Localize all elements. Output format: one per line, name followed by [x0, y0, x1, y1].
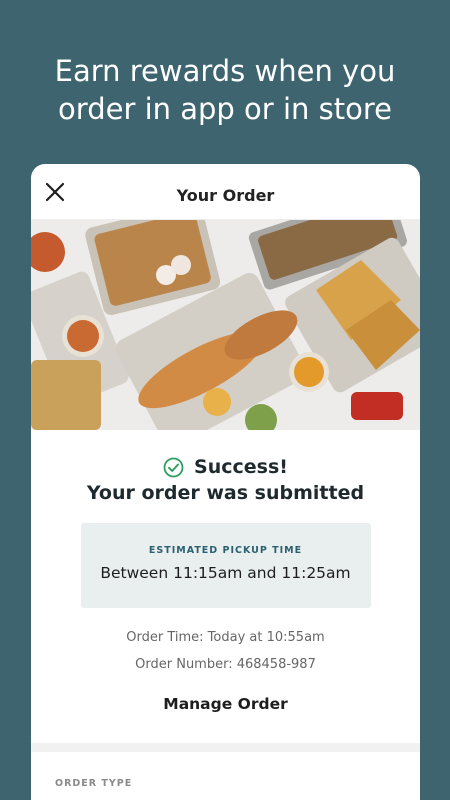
- submitted-message: Your order was submitted: [86, 482, 365, 504]
- success-status: Success!: [31, 456, 420, 478]
- order-details: Order Time: Today at 10:55am Order Numbe…: [31, 624, 420, 678]
- pickup-window: Between 11:15am and 11:25am: [100, 564, 351, 582]
- pickup-time-box: ESTIMATED PICKUP TIME Between 11:15am an…: [80, 523, 371, 608]
- promo-headline-line-2: order in app or in store: [58, 92, 392, 126]
- promo-headline-line-1: Earn rewards when you: [54, 54, 396, 88]
- card-title: Your Order: [176, 186, 275, 205]
- success-title: Success!: [194, 456, 288, 478]
- card-header: Your Order: [31, 164, 420, 220]
- manage-order-button[interactable]: Manage Order: [163, 695, 287, 713]
- pickup-label: ESTIMATED PICKUP TIME: [148, 545, 303, 556]
- section-divider: [31, 743, 420, 752]
- food-hero-image: [31, 220, 420, 430]
- order-type-label: ORDER TYPE: [55, 778, 133, 789]
- order-card: Your Order Success! Your order was submi…: [31, 164, 420, 800]
- check-circle-icon: [163, 457, 184, 477]
- order-time: Order Time: Today at 10:55am: [126, 630, 325, 645]
- order-number: Order Number: 468458-987: [135, 657, 316, 672]
- promo-headline: Earn rewards when you order in app or in…: [0, 52, 450, 128]
